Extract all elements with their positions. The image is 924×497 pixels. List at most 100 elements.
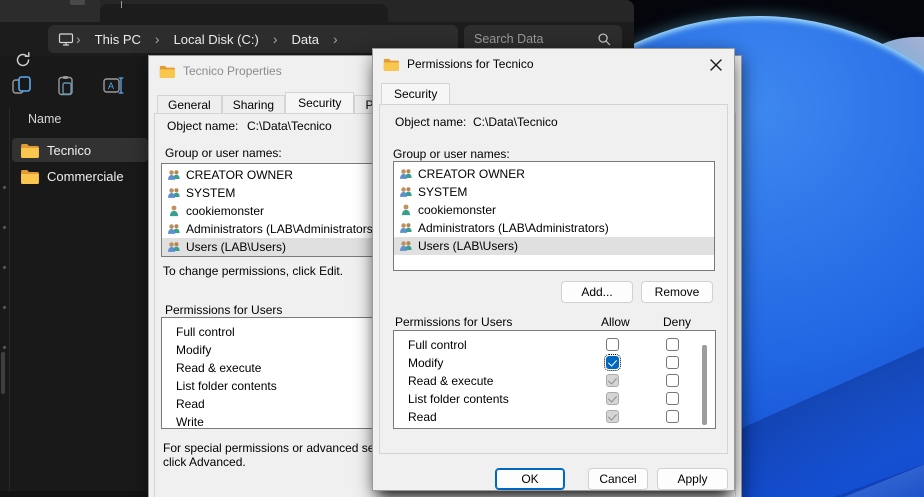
group-icon (167, 168, 181, 182)
object-name-value: C:\Data\Tecnico (247, 119, 332, 133)
copy-icon[interactable] (12, 75, 34, 97)
chevron-right-icon: › (331, 31, 340, 47)
breadcrumb-this-pc[interactable]: This PC (83, 32, 153, 47)
user-icon (167, 204, 181, 218)
list-item[interactable]: CREATOR OWNER (394, 165, 714, 183)
chevron-right-icon: › (271, 31, 280, 47)
allow-checkbox[interactable] (606, 428, 619, 429)
permissions-dialog-titlebar[interactable]: Permissions for Tecnico (373, 49, 734, 79)
list-item[interactable]: Administrators (LAB\Administrators) (394, 219, 714, 237)
add-button[interactable]: Add... (561, 281, 633, 303)
paste-icon[interactable] (55, 75, 77, 97)
group-list-label: Group or user names: (165, 146, 282, 160)
group-icon (167, 240, 181, 254)
allow-checkbox[interactable] (606, 338, 619, 351)
svg-text:A: A (108, 81, 114, 91)
list-item-label: Administrators (LAB\Administrators) (186, 222, 377, 236)
object-name-label: Object name: (167, 119, 238, 133)
list-item-label: Users (LAB\Users) (186, 240, 286, 254)
explorer-tab-bar (0, 0, 634, 22)
rename-icon[interactable]: A (103, 75, 125, 97)
list-item-label: SYSTEM (186, 186, 235, 200)
allow-checkbox[interactable] (606, 374, 619, 387)
list-item-selected[interactable]: Users (LAB\Users) (394, 237, 714, 255)
column-header-name[interactable]: Name (28, 112, 61, 126)
permission-row: Read & execute (394, 372, 715, 390)
file-name: Tecnico (47, 143, 91, 158)
folder-icon (20, 143, 39, 158)
deny-checkbox[interactable] (666, 374, 679, 387)
allow-checkbox[interactable] (606, 392, 619, 405)
permission-label: Write (176, 413, 204, 429)
tab-bar-left-area (0, 0, 100, 22)
tab-security[interactable]: Security (285, 92, 354, 113)
advanced-hint-line1: For special permissions or advanced sett… (163, 442, 406, 455)
deny-checkbox[interactable] (666, 338, 679, 351)
list-item-label: cookiemonster (418, 203, 496, 217)
object-name-value: C:\Data\Tecnico (473, 115, 558, 129)
permissions-label: Permissions for Users (165, 303, 282, 317)
permission-label: Full control (408, 336, 467, 354)
permission-label: List folder contents (176, 377, 277, 395)
explorer-active-tab[interactable] (100, 4, 388, 22)
group-icon (399, 239, 413, 253)
scrollbar-thumb[interactable] (1, 352, 5, 394)
file-name: Commerciale (47, 169, 124, 184)
group-icon (399, 221, 413, 235)
user-icon (399, 203, 413, 217)
group-icon (167, 186, 181, 200)
group-icon (399, 167, 413, 181)
cancel-button[interactable]: Cancel (588, 468, 648, 490)
group-icon (167, 222, 181, 236)
search-input[interactable] (474, 32, 584, 46)
list-item-label: CREATOR OWNER (418, 167, 525, 181)
allow-checkbox[interactable] (606, 410, 619, 423)
desktop: › This PC › Local Disk (C:) › Data › (0, 0, 924, 497)
permission-label: List folder contents (408, 390, 509, 408)
tab-security[interactable]: Security (381, 83, 450, 104)
chevron-right-icon: › (74, 31, 83, 47)
breadcrumb-data[interactable]: Data (280, 32, 331, 47)
deny-checkbox[interactable] (666, 356, 679, 369)
list-item-label: SYSTEM (418, 185, 467, 199)
refresh-icon[interactable] (13, 50, 33, 70)
permission-row: Modify (394, 354, 715, 372)
allow-checkbox[interactable] (606, 356, 619, 369)
file-row-commerciale[interactable]: Commerciale (12, 164, 148, 188)
file-row-tecnico[interactable]: Tecnico (12, 138, 148, 162)
breadcrumb-local-disk[interactable]: Local Disk (C:) (162, 32, 271, 47)
permission-label: Full control (176, 323, 235, 341)
group-user-list[interactable]: CREATOR OWNER SYSTEM cookiemonster Admin… (393, 161, 715, 271)
ok-button[interactable]: OK (495, 468, 565, 490)
folder-icon (159, 65, 175, 78)
permission-row: Write (394, 426, 715, 429)
permissions-checkbox-list[interactable]: Full control Modify Read & execute List … (393, 330, 716, 429)
list-item[interactable]: cookiemonster (394, 201, 714, 219)
permission-row: List folder contents (394, 390, 715, 408)
deny-checkbox[interactable] (666, 428, 679, 429)
advanced-hint-line2: click Advanced. (163, 456, 246, 469)
list-item-label: Administrators (LAB\Administrators) (418, 221, 609, 235)
list-item-label: cookiemonster (186, 204, 264, 218)
object-name-label: Object name: (395, 115, 466, 129)
apply-button[interactable]: Apply (657, 468, 728, 490)
permission-label: Read (176, 395, 205, 413)
nav-pane-edge (0, 108, 10, 497)
dialog-title: Permissions for Tecnico (407, 57, 534, 71)
allow-column-header: Allow (601, 315, 630, 329)
scrollbar-thumb[interactable] (702, 345, 707, 425)
dialog-title: Tecnico Properties (183, 64, 282, 78)
search-icon (597, 32, 612, 47)
group-list-label: Group or user names: (393, 147, 510, 161)
deny-checkbox[interactable] (666, 410, 679, 423)
remove-button[interactable]: Remove (641, 281, 713, 303)
folder-icon (20, 169, 39, 184)
folder-icon (383, 58, 399, 71)
tab-sharing[interactable]: Sharing (222, 95, 285, 113)
deny-checkbox[interactable] (666, 392, 679, 405)
list-item[interactable]: SYSTEM (394, 183, 714, 201)
permissions-label: Permissions for Users (395, 315, 512, 329)
tab-general[interactable]: General (157, 95, 222, 113)
permission-label: Write (408, 426, 436, 429)
close-icon[interactable] (708, 57, 724, 73)
